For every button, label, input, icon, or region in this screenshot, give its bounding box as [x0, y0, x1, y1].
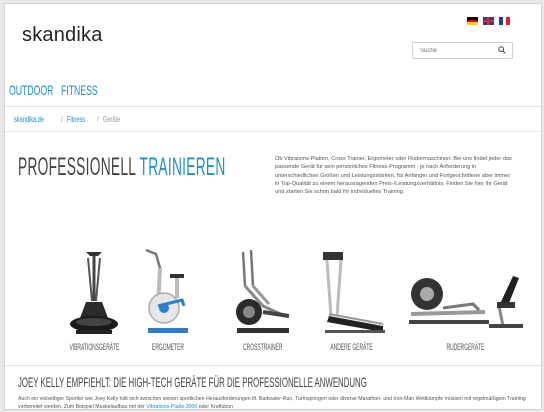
product-other[interactable]: ANDERE GERÄTE — [313, 246, 390, 352]
treadmill-icon — [322, 252, 385, 333]
page-title: PROFESSIONELL TRAINIEREN — [18, 153, 226, 182]
search-icon[interactable] — [498, 46, 506, 54]
product-label: CROSSTRAINER — [243, 342, 283, 352]
language-switcher — [467, 17, 511, 26]
product-label: ERGOMETER — [152, 342, 184, 352]
breadcrumb-separator: / — [96, 115, 99, 124]
section-text-start: Auch ein vielseitiger Sportler wie Joey … — [18, 396, 526, 410]
vibration-plate-link[interactable]: Vibrations-Platte 3000 — [146, 404, 197, 409]
breadcrumb-fitness[interactable]: Fitness — [67, 115, 85, 124]
divider — [5, 365, 541, 366]
ergometer-bike-icon — [145, 248, 188, 333]
breadcrumb: skandika.de / Fitness / Geräte — [14, 115, 127, 124]
product-label: RUDERGERÄTE — [447, 342, 485, 352]
product-categories: VIBRATIONSGERÄTE ERGOMETER CROSSTRAINER … — [13, 236, 533, 352]
product-label: ANDERE GERÄTE — [330, 342, 373, 352]
crosstrainer-icon — [235, 249, 290, 333]
page-title-part1: PROFESSIONELL — [18, 153, 136, 181]
section-text: Auch ein vielseitiger Sportler wie Joey … — [18, 395, 538, 410]
product-ergometer[interactable]: ERGOMETER — [139, 246, 197, 352]
breadcrumb-home[interactable]: skandika.de — [14, 115, 44, 124]
intro-text: Ob Vibrations-Platten, Cross Trainer, Er… — [275, 156, 512, 196]
section-title: JOEY KELLY EMPFIEHLT: DIE HIGH-TECH GERÄ… — [18, 374, 367, 390]
nav-item-outdoor[interactable]: OUTDOOR — [9, 82, 53, 98]
page-title-part2: TRAINIEREN — [139, 153, 226, 181]
main-nav: OUTDOOR FITNESS — [9, 82, 103, 98]
divider — [5, 106, 541, 107]
product-crosstrainer[interactable]: CROSSTRAINER — [227, 246, 299, 352]
breadcrumb-current: Geräte — [102, 115, 121, 124]
divider — [5, 131, 541, 132]
section-text-end: oder Kraftübun — [197, 404, 234, 410]
rowing-machine-icon — [409, 276, 523, 328]
nav-item-fitness[interactable]: FITNESS — [61, 82, 98, 98]
page: skandika OUTDOOR FITNESS skandika.de / F… — [4, 3, 542, 410]
product-vibration[interactable]: VIBRATIONSGERÄTE — [49, 246, 140, 352]
product-rowing[interactable]: RUDERGERÄTE — [403, 246, 529, 352]
flag-fr-icon[interactable] — [499, 17, 511, 25]
vibration-plate-icon — [70, 252, 119, 334]
search-input[interactable] — [413, 43, 493, 58]
flag-en-icon[interactable] — [483, 17, 494, 25]
product-label: VIBRATIONSGERÄTE — [69, 342, 120, 352]
logo[interactable]: skandika — [22, 24, 103, 47]
breadcrumb-separator: / — [60, 115, 63, 124]
search-box — [412, 42, 513, 59]
flag-de-icon[interactable] — [467, 17, 478, 26]
